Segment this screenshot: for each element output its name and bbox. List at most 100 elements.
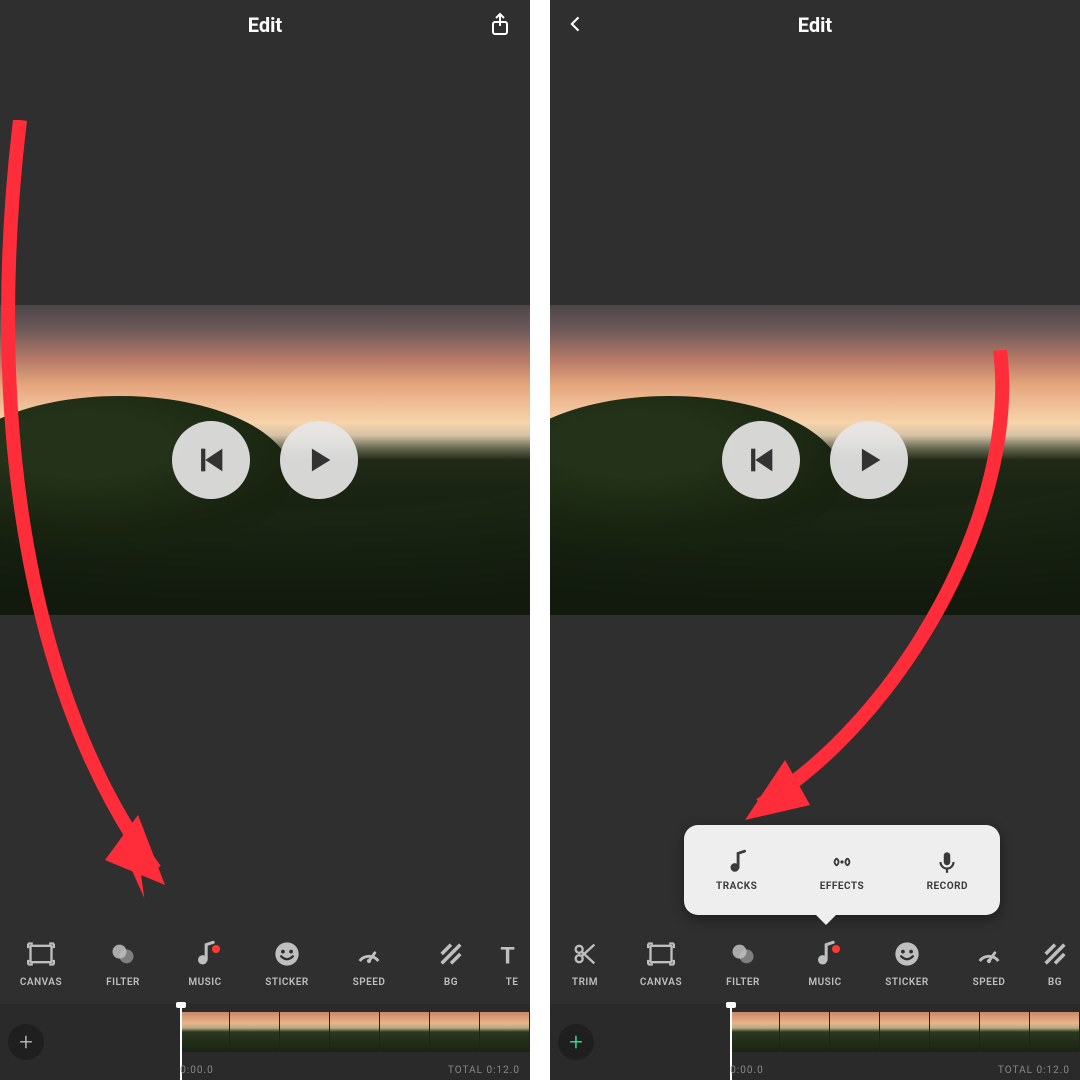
play-button[interactable] [280, 421, 358, 499]
time-total: TOTAL 0:12.0 [448, 1065, 520, 1076]
notification-dot [832, 945, 840, 953]
time-labels: 0:00.0 TOTAL 0:12.0 [180, 1065, 520, 1076]
music-icon [724, 849, 750, 875]
sticker-icon [272, 939, 302, 969]
page-title: Edit [248, 13, 282, 37]
tool-music[interactable]: MUSIC [784, 939, 866, 988]
clip-strip[interactable] [730, 1012, 1080, 1052]
clip-thumb [180, 1012, 230, 1052]
clip-thumb [730, 1012, 780, 1052]
previous-button[interactable] [172, 421, 250, 499]
time-total: TOTAL 0:12.0 [998, 1065, 1070, 1076]
tool-label: CANVAS [640, 977, 682, 988]
header: Edit [550, 0, 1080, 50]
bottom-toolbar: TRIM CANVAS FILTER MUSIC STICKER SPEED B… [550, 922, 1080, 1004]
tool-music[interactable]: MUSIC [164, 939, 246, 988]
chevron-left-icon [566, 14, 586, 34]
trim-icon [570, 939, 600, 969]
back-button[interactable] [566, 12, 586, 40]
clip-thumb [280, 1012, 330, 1052]
previous-button[interactable] [722, 421, 800, 499]
time-current: 0:00.0 [180, 1065, 214, 1076]
clip-thumb [980, 1012, 1030, 1052]
popup-tracks[interactable]: TRACKS [684, 825, 789, 915]
tool-filter[interactable]: FILTER [702, 939, 784, 988]
time-labels: 0:00.0 TOTAL 0:12.0 [730, 1065, 1070, 1076]
tool-bg[interactable]: BG [1030, 939, 1080, 988]
time-current: 0:00.0 [730, 1065, 764, 1076]
tool-label: TRIM [572, 977, 598, 988]
music-icon [190, 939, 220, 969]
playback-controls [172, 421, 358, 499]
tool-label: STICKER [885, 977, 929, 988]
bg-icon [1040, 939, 1070, 969]
tool-bg[interactable]: BG [410, 939, 492, 988]
clip-thumb [780, 1012, 830, 1052]
tool-label: TE [506, 977, 519, 988]
notification-dot [212, 945, 220, 953]
bottom-toolbar: CANVAS FILTER MUSIC STICKER SPEED BG TE [0, 922, 530, 1004]
effects-icon [829, 849, 855, 875]
tool-label: BG [444, 977, 458, 988]
speed-icon [974, 939, 1004, 969]
clip-thumb [830, 1012, 880, 1052]
playback-controls [722, 421, 908, 499]
tool-filter[interactable]: FILTER [82, 939, 164, 988]
tool-label: SPEED [353, 977, 386, 988]
timeline[interactable]: 0:00.0 TOTAL 0:12.0 + [0, 1004, 530, 1080]
clip-thumb [380, 1012, 430, 1052]
canvas-icon [646, 939, 676, 969]
clip-thumb [480, 1012, 530, 1052]
tool-trim[interactable]: TRIM [550, 939, 620, 988]
tool-label: SPEED [973, 977, 1006, 988]
share-button[interactable] [488, 10, 512, 38]
tool-speed[interactable]: SPEED [948, 939, 1030, 988]
tool-label: MUSIC [808, 977, 841, 988]
tool-label: FILTER [106, 977, 140, 988]
screenshot-right: Edit TRACKS EFFECTS RECORD [550, 0, 1080, 1080]
previous-icon [194, 443, 228, 477]
tool-label: BG [1048, 977, 1062, 988]
header: Edit [0, 0, 530, 50]
sticker-icon [892, 939, 922, 969]
page-title: Edit [798, 13, 832, 37]
tool-label: STICKER [265, 977, 309, 988]
tool-label: CANVAS [20, 977, 62, 988]
tool-text[interactable]: TE [492, 939, 530, 988]
speed-icon [354, 939, 384, 969]
add-clip-button[interactable]: + [558, 1024, 594, 1060]
play-icon [302, 443, 336, 477]
clip-thumb [330, 1012, 380, 1052]
play-button[interactable] [830, 421, 908, 499]
video-preview [0, 305, 530, 615]
clip-thumb [930, 1012, 980, 1052]
video-preview [550, 305, 1080, 615]
tool-canvas[interactable]: CANVAS [0, 939, 82, 988]
clip-thumb [230, 1012, 280, 1052]
mic-icon [934, 849, 960, 875]
filter-icon [108, 939, 138, 969]
popup-label: TRACKS [716, 881, 757, 892]
music-icon [810, 939, 840, 969]
clip-thumb [430, 1012, 480, 1052]
canvas-icon [26, 939, 56, 969]
add-clip-button[interactable]: + [8, 1024, 44, 1060]
clip-thumb [1030, 1012, 1080, 1052]
clip-strip[interactable] [180, 1012, 530, 1052]
tool-sticker[interactable]: STICKER [866, 939, 948, 988]
music-popup: TRACKS EFFECTS RECORD [684, 825, 1000, 915]
popup-effects[interactable]: EFFECTS [789, 825, 894, 915]
tool-canvas[interactable]: CANVAS [620, 939, 702, 988]
timeline[interactable]: 0:00.0 TOTAL 0:12.0 + [550, 1004, 1080, 1080]
screenshot-left: Edit CANVAS FILTER [0, 0, 530, 1080]
popup-label: EFFECTS [820, 881, 864, 892]
tool-label: FILTER [726, 977, 760, 988]
text-icon [497, 939, 527, 969]
clip-thumb [880, 1012, 930, 1052]
share-icon [488, 10, 512, 38]
tool-sticker[interactable]: STICKER [246, 939, 328, 988]
popup-label: RECORD [927, 881, 968, 892]
bg-icon [436, 939, 466, 969]
tool-speed[interactable]: SPEED [328, 939, 410, 988]
popup-record[interactable]: RECORD [895, 825, 1000, 915]
